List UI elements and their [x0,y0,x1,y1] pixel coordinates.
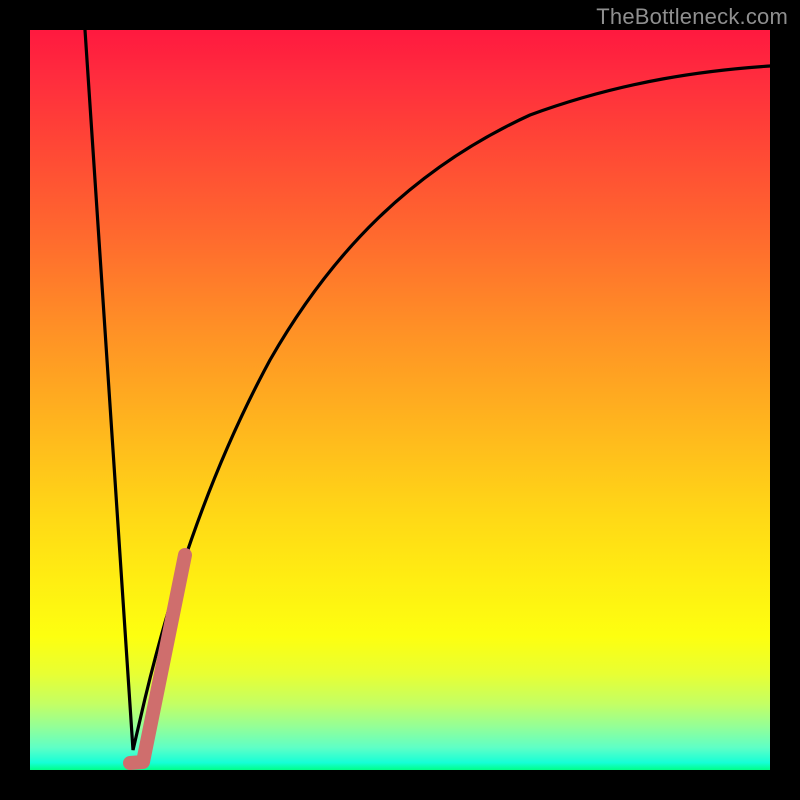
curve-layer [30,30,770,770]
chart-frame: TheBottleneck.com [0,0,800,800]
watermark-text: TheBottleneck.com [596,4,788,30]
plot-area [30,30,770,770]
bottleneck-curve [85,30,770,750]
